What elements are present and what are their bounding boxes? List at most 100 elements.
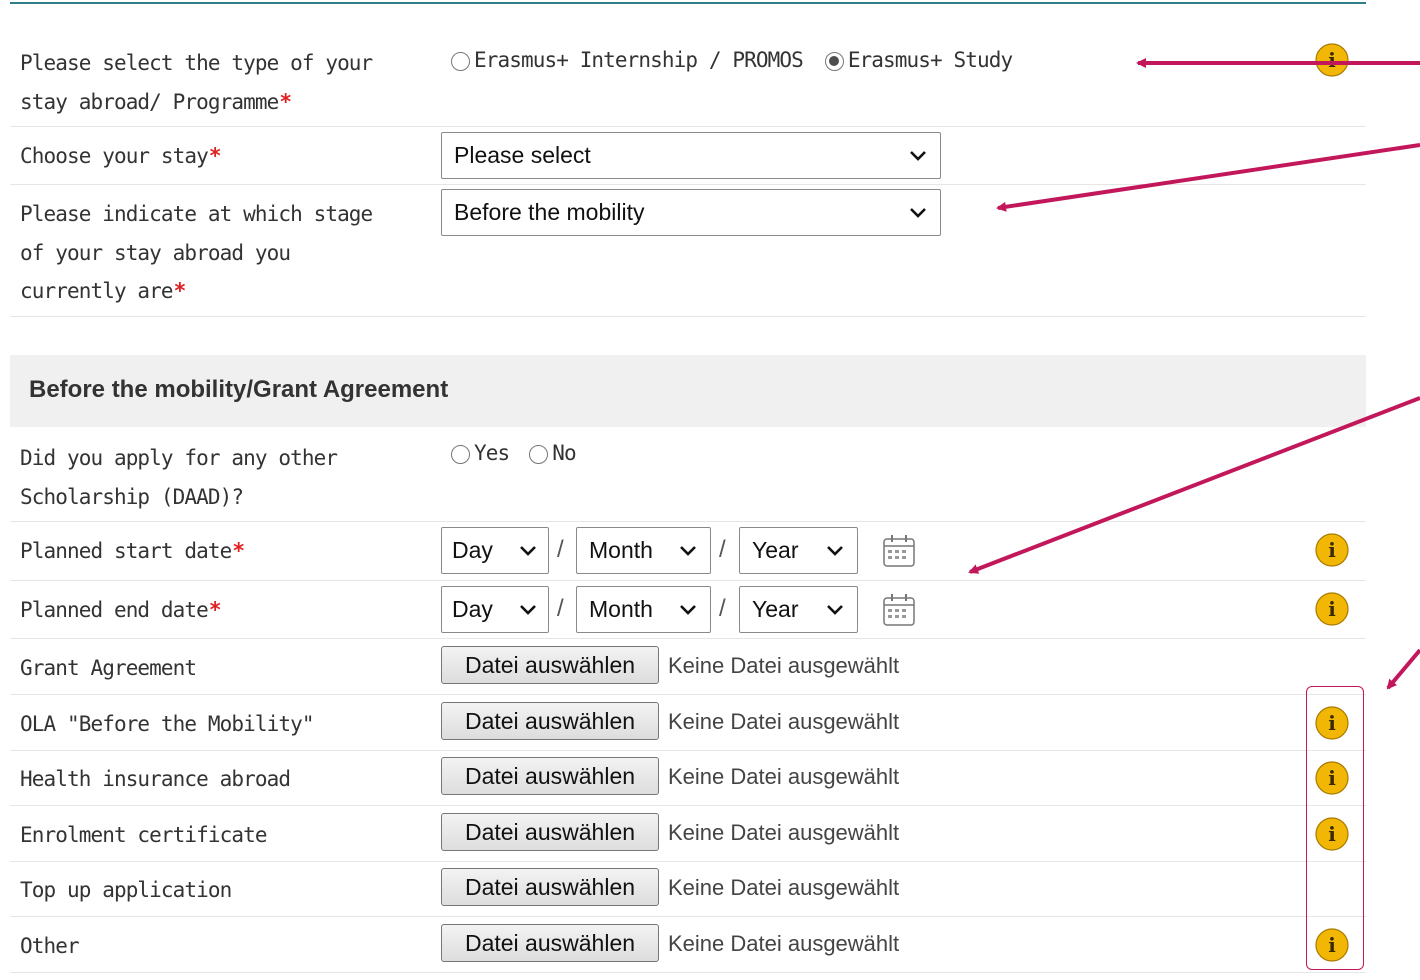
upload-label: Other [20,934,80,958]
upload-label: Top up application [20,878,232,902]
upload-row: OLA "Before the Mobility" Datei auswählen… [10,695,1366,751]
info-icon[interactable]: i [1314,591,1350,627]
stage-select[interactable]: Before the mobility [441,189,941,236]
scholarship-radio-group: Yes No [451,441,577,465]
stage-row: Please indicate at which stage of your s… [10,185,1366,317]
info-icon[interactable]: i [1314,532,1350,568]
svg-text:i: i [1328,48,1336,72]
choose-file-button-label: Datei auswählen [464,762,636,789]
upload-row: Health insurance abroad Datei auswählen Ke… [10,750,1366,806]
radio-yes[interactable] [451,444,470,464]
programme-row: Please select the type of your stay abro… [10,40,1366,127]
file-status: Keine Datei ausgewählt [668,709,900,734]
end-date-label-text: Planned end date [20,598,209,622]
chevron-down-icon [680,545,696,556]
file-status: Keine Datei ausgewählt [668,764,900,789]
start-date-label: Planned start date* [20,532,245,571]
stay-select-value: Please select [454,142,591,168]
scholarship-label-line1: Did you apply for any other [20,446,338,470]
stay-label-text: Choose your stay [20,144,209,168]
end-day-select[interactable]: Day [441,586,549,633]
stage-label-line3: currently are [20,279,174,303]
upload-row: Other Datei auswählen Keine Datei ausgewäh… [10,917,1366,973]
radio-erasmus-internship-label[interactable]: Erasmus+ Internship / PROMOS [474,48,804,72]
start-month-select[interactable]: Month [576,527,711,574]
choose-file-button[interactable]: Datei auswählen [441,702,659,740]
upload-label: OLA "Before the Mobility" [20,712,314,736]
programme-label-line1: Please select the type of your [20,51,373,75]
choose-file-button-label: Datei auswählen [464,707,636,734]
chevron-down-icon [520,545,536,556]
upload-row: Top up application Datei auswählen Keine D… [10,861,1366,917]
file-status: Keine Datei ausgewählt [668,931,900,956]
choose-file-button[interactable]: Datei auswählen [441,757,659,795]
chevron-down-icon [520,604,536,615]
programme-label-line2: stay abroad/ Programme [20,89,279,114]
scholarship-row: Did you apply for any other Scholarship … [10,427,1366,522]
choose-file-button[interactable]: Datei auswählen [441,813,659,851]
annotation-highlight-box [1306,686,1364,970]
programme-label: Please select the type of your stay abro… [20,44,373,121]
programme-radio-group: Erasmus+ Internship / PROMOS Erasmus+ St… [451,48,1013,72]
chevron-down-icon [910,150,926,161]
top-divider [10,2,1366,4]
section-title: Before the mobility/Grant Agreement [29,376,449,403]
info-icon[interactable]: i [1314,42,1350,78]
choose-file-button-label: Datei auswählen [464,818,636,845]
stage-select-value: Before the mobility [454,199,645,225]
required-marker: * [232,539,245,563]
chevron-down-icon [827,545,843,556]
required-marker: * [208,598,222,622]
choose-file-button[interactable]: Datei auswählen [441,924,659,962]
start-year-value: Year [752,537,799,563]
radio-no-label[interactable]: No [552,441,576,465]
required-marker: * [208,144,222,168]
chevron-down-icon [827,604,843,615]
upload-row: Grant Agreement Datei auswählen Keine Date… [10,639,1366,695]
choose-file-button[interactable]: Datei auswählen [441,646,659,684]
stage-label-line2: of your stay abroad you [20,240,291,265]
chevron-down-icon [680,604,696,615]
date-separator: / [719,536,726,563]
radio-yes-label[interactable]: Yes [474,441,510,465]
date-separator: / [557,536,564,563]
file-status: Keine Datei ausgewählt [668,875,900,900]
choose-file-button[interactable]: Datei auswählen [441,868,659,906]
start-day-select[interactable]: Day [441,527,549,574]
stay-label: Choose your stay* [20,137,222,176]
scholarship-label: Did you apply for any other Scholarship … [20,439,338,516]
end-year-value: Year [752,596,799,622]
choose-file-button-label: Datei auswählen [464,651,636,678]
start-year-select[interactable]: Year [739,527,858,574]
end-year-select[interactable]: Year [739,586,858,633]
radio-no[interactable] [529,444,549,464]
upload-label: Grant Agreement [20,656,197,680]
start-month-value: Month [589,537,653,563]
upload-row: Enrolment certificate Datei auswählen Kein… [10,806,1366,862]
start-day-value: Day [452,537,493,563]
radio-erasmus-internship[interactable] [451,51,470,71]
end-month-select[interactable]: Month [576,586,711,633]
scholarship-label-line2: Scholarship (DAAD)? [20,484,244,509]
chevron-down-icon [910,207,926,218]
date-separator: / [557,595,564,622]
required-marker: * [279,89,292,114]
end-date-row: Planned end date* Day / Month / Year i [10,581,1366,639]
start-date-label-text: Planned start date [20,539,232,563]
radio-erasmus-study[interactable] [824,51,844,71]
choose-file-button-label: Datei auswählen [464,873,636,900]
radio-erasmus-study-label[interactable]: Erasmus+ Study [848,48,1013,72]
end-month-value: Month [589,596,653,622]
section-header: Before the mobility/Grant Agreement [10,355,1366,427]
calendar-icon[interactable] [880,532,918,570]
upload-label: Enrolment certificate [20,823,268,847]
stay-select[interactable]: Please select [441,132,941,179]
start-date-row: Planned start date* Day / Month / Year i [10,522,1366,581]
required-marker: * [173,279,187,303]
upload-label: Health insurance abroad [20,767,291,791]
file-status: Keine Datei ausgewählt [668,653,900,678]
stage-label: Please indicate at which stage of your s… [20,195,373,311]
date-separator: / [719,595,726,622]
stage-label-line1: Please indicate at which stage [20,202,373,226]
calendar-icon[interactable] [880,591,918,629]
